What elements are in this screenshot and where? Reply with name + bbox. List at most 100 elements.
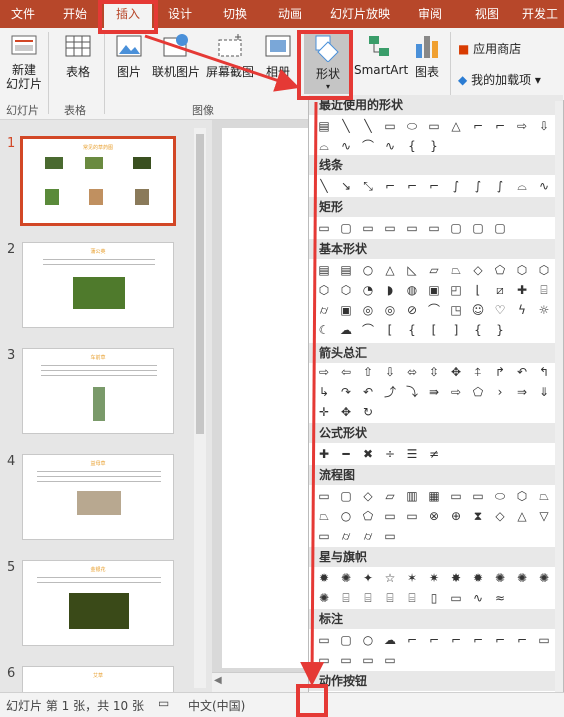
- curve-shape-icon[interactable]: ∫: [447, 177, 465, 195]
- slide-thumbnail-5[interactable]: 金银花: [22, 560, 174, 646]
- language-status[interactable]: 中文(中国): [188, 697, 245, 714]
- heart-shape-icon[interactable]: ♡: [491, 301, 509, 319]
- star-7-icon[interactable]: ✷: [425, 569, 443, 587]
- accent-border-callout-icon[interactable]: ▭: [359, 651, 377, 669]
- parallelogram-icon[interactable]: ▱: [425, 261, 443, 279]
- scribble-shape-icon[interactable]: ∿: [535, 177, 553, 195]
- star-4-icon[interactable]: ✦: [359, 569, 377, 587]
- quad-arrow-callout-icon[interactable]: ✛: [315, 403, 333, 421]
- bent-up-arrow-icon[interactable]: ↳: [315, 383, 333, 401]
- curve-shape-icon[interactable]: ∫: [491, 177, 509, 195]
- left-bracket-icon[interactable]: [: [425, 321, 443, 339]
- right-triangle-icon[interactable]: ◺: [403, 261, 421, 279]
- bent-arrow-icon[interactable]: ↱: [491, 363, 509, 381]
- tab-slideshow[interactable]: 幻灯片放映: [318, 0, 402, 28]
- tab-file[interactable]: 文件: [0, 0, 46, 28]
- left-arrow-icon[interactable]: ⇦: [337, 363, 355, 381]
- slide-thumbnail-3[interactable]: 车前草: [22, 348, 174, 434]
- elbow-connector-icon[interactable]: ⌐: [381, 177, 399, 195]
- punched-tape-icon[interactable]: ▭: [403, 507, 421, 525]
- line-callout-icon[interactable]: ⌐: [403, 631, 421, 649]
- offpage-connector-icon[interactable]: ⬠: [359, 507, 377, 525]
- star-8-icon[interactable]: ✸: [447, 569, 465, 587]
- tab-transitions[interactable]: 切换: [208, 0, 262, 28]
- left-up-arrow-icon[interactable]: ↰: [535, 363, 553, 381]
- merge-shape-icon[interactable]: ▽: [535, 507, 553, 525]
- summing-junction-icon[interactable]: ⊗: [425, 507, 443, 525]
- multiply-shape-icon[interactable]: ✖: [359, 445, 377, 463]
- brace-shape-icon[interactable]: }: [425, 137, 443, 155]
- scroll-left-icon[interactable]: ◀: [214, 675, 222, 686]
- smiley-face-icon[interactable]: ☺: [469, 301, 487, 319]
- dodecagon-shape-icon[interactable]: ⬡: [337, 281, 355, 299]
- chevron-arrow-icon[interactable]: ›: [491, 383, 509, 401]
- star-24-icon[interactable]: ✺: [535, 569, 553, 587]
- collate-shape-icon[interactable]: ⧗: [469, 507, 487, 525]
- textbox-shape-icon[interactable]: ▤: [315, 261, 333, 279]
- notched-right-arrow-icon[interactable]: ⇨: [447, 383, 465, 401]
- shapes-button[interactable]: 形状 ▾: [304, 30, 352, 94]
- oval-shape-icon[interactable]: ⬭: [403, 117, 421, 135]
- bracket-pair-icon[interactable]: [: [381, 321, 399, 339]
- terminator-shape-icon[interactable]: ⬭: [491, 487, 509, 505]
- slide-thumbnail-1[interactable]: 常见的草药图: [20, 136, 176, 226]
- donut-shape-icon[interactable]: ◎: [381, 301, 399, 319]
- notes-icon[interactable]: ▭: [158, 696, 169, 710]
- teardrop-shape-icon[interactable]: ◍: [403, 281, 421, 299]
- plus-shape-icon[interactable]: ✚: [315, 445, 333, 463]
- table-button[interactable]: 表格: [58, 32, 98, 80]
- diagonal-stripe-icon[interactable]: ⧄: [491, 281, 509, 299]
- picture-button[interactable]: 图片: [112, 32, 146, 80]
- star-5-icon[interactable]: ☆: [381, 569, 399, 587]
- sun-shape-icon[interactable]: ☼: [535, 301, 553, 319]
- accent-callout-icon[interactable]: ⌐: [513, 631, 531, 649]
- horizontal-scroll-icon[interactable]: ▭: [447, 589, 465, 607]
- round-rectangle-icon[interactable]: ▢: [491, 219, 509, 237]
- snip-rectangle-icon[interactable]: ▭: [403, 219, 421, 237]
- triangle-shape-icon[interactable]: △: [447, 117, 465, 135]
- new-slide-button[interactable]: 新建 幻灯片: [6, 32, 42, 91]
- right-bracket-icon[interactable]: ]: [447, 321, 465, 339]
- right-arrow-shape-icon[interactable]: ⇨: [513, 117, 531, 135]
- u-turn-arrow-icon[interactable]: ↶: [513, 363, 531, 381]
- manual-input-icon[interactable]: ⏢: [535, 487, 553, 505]
- oval-callout-icon[interactable]: ○: [359, 631, 377, 649]
- explosion-shape-icon[interactable]: ✺: [337, 569, 355, 587]
- display-shape-icon[interactable]: ▭: [381, 527, 399, 545]
- elbow-connector-icon[interactable]: ⌐: [403, 177, 421, 195]
- down-arrow-callout-icon[interactable]: ⇓: [535, 383, 553, 401]
- tab-view[interactable]: 视图: [458, 0, 516, 28]
- border-callout-icon[interactable]: ▭: [535, 631, 553, 649]
- accent-border-callout-icon[interactable]: ▭: [381, 651, 399, 669]
- diamond-shape-icon[interactable]: ◇: [469, 261, 487, 279]
- curved-left-arrow-icon[interactable]: ↶: [359, 383, 377, 401]
- plaque-shape-icon[interactable]: ⌸: [535, 281, 553, 299]
- card-shape-icon[interactable]: ▭: [381, 507, 399, 525]
- sort-shape-icon[interactable]: ◇: [491, 507, 509, 525]
- folded-corner-icon[interactable]: ◳: [447, 301, 465, 319]
- slide-thumbnail-2[interactable]: 蒲公英: [22, 242, 174, 328]
- data-shape-icon[interactable]: ▱: [381, 487, 399, 505]
- left-brace-icon[interactable]: {: [469, 321, 487, 339]
- manual-operation-icon[interactable]: ⏢: [315, 507, 333, 525]
- multidocument-icon[interactable]: ▭: [469, 487, 487, 505]
- star-12-icon[interactable]: ✺: [491, 569, 509, 587]
- lightning-bolt-icon[interactable]: ϟ: [513, 301, 531, 319]
- cube-shape-icon[interactable]: ▣: [337, 301, 355, 319]
- round-rectangle-icon[interactable]: ▢: [469, 219, 487, 237]
- decagon-shape-icon[interactable]: ⬡: [315, 281, 333, 299]
- down-arrow-shape-icon[interactable]: ⇩: [535, 117, 553, 135]
- tab-design[interactable]: 设计: [152, 0, 208, 28]
- circular-arrow-icon[interactable]: ↻: [359, 403, 377, 421]
- gallery-scrollbar[interactable]: [555, 101, 563, 716]
- round-rectangle-icon[interactable]: ▢: [447, 219, 465, 237]
- right-arrow-callout-icon[interactable]: ⇒: [513, 383, 531, 401]
- divide-shape-icon[interactable]: ÷: [381, 445, 399, 463]
- border-callout-icon[interactable]: ▭: [315, 651, 333, 669]
- line-shape-icon[interactable]: ╲: [359, 117, 377, 135]
- star-32-icon[interactable]: ✺: [315, 589, 333, 607]
- or-shape-icon[interactable]: ⊕: [447, 507, 465, 525]
- app-store-button[interactable]: ■ 应用商店: [458, 40, 521, 57]
- brace-pair-icon[interactable]: {: [403, 321, 421, 339]
- arc-shape-icon[interactable]: ⌒: [359, 321, 377, 339]
